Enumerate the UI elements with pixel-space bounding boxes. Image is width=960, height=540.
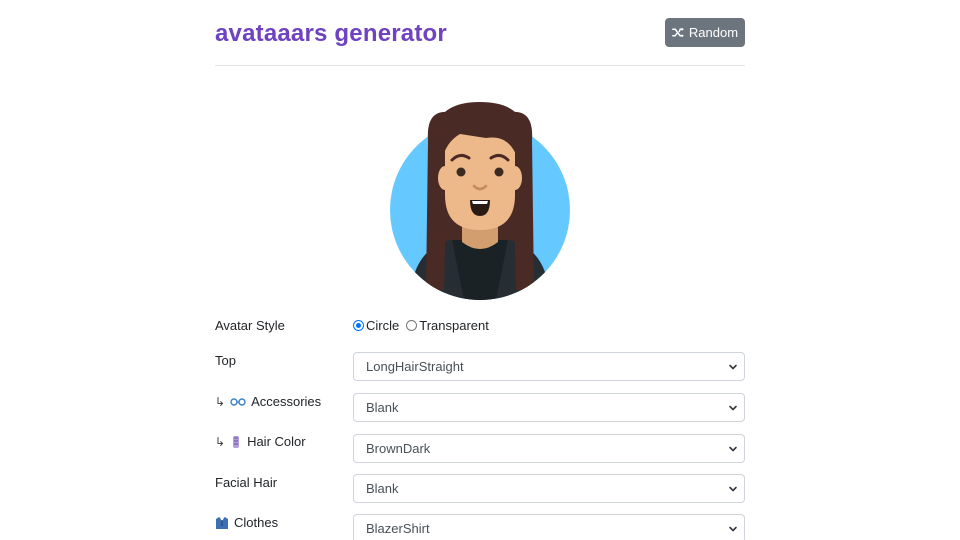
accessories-label: ↳ Accessories bbox=[215, 394, 321, 409]
clothes-label: Clothes bbox=[215, 515, 278, 530]
hair-color-select[interactable]: BrownDark bbox=[353, 434, 745, 463]
hair-color-row: ↳ Hair Color BrownDark bbox=[215, 434, 745, 464]
transparent-radio[interactable] bbox=[406, 320, 418, 331]
avatar-eye-right bbox=[494, 167, 504, 177]
clothes-label-text: Clothes bbox=[234, 515, 279, 530]
avatar-eye-left bbox=[456, 167, 466, 177]
hair-color-label: ↳ Hair Color bbox=[215, 434, 306, 449]
avatar-style-label: Avatar Style bbox=[215, 318, 285, 333]
hair-color-select-value: BrownDark bbox=[366, 441, 431, 456]
shirt-icon bbox=[216, 516, 228, 529]
chevron-down-icon bbox=[729, 486, 737, 492]
random-button-label: Random bbox=[688, 25, 739, 40]
chevron-down-icon bbox=[729, 526, 737, 532]
accessories-row: ↳ Accessories Blank bbox=[215, 393, 745, 424]
facial-hair-select[interactable]: Blank bbox=[353, 474, 745, 503]
clothes-row: Clothes BlazerShirt bbox=[215, 514, 745, 540]
glasses-icon bbox=[230, 397, 246, 406]
transparent-radio-label[interactable]: Transparent bbox=[419, 318, 489, 333]
page-header: avataaars generator Random bbox=[215, 18, 745, 66]
circle-radio[interactable] bbox=[353, 320, 364, 331]
accessories-label-text: Accessories bbox=[251, 394, 322, 409]
avatar-style-label-text: Avatar Style bbox=[215, 318, 285, 333]
accessories-select-value: Blank bbox=[366, 400, 399, 415]
facial-hair-label: Facial Hair bbox=[215, 475, 277, 490]
facial-hair-row: Facial Hair Blank bbox=[215, 474, 745, 505]
top-row: Top LongHairStraight bbox=[215, 352, 745, 383]
accessories-select[interactable]: Blank bbox=[353, 393, 745, 422]
hair-color-label-text: Hair Color bbox=[247, 434, 306, 449]
top-select[interactable]: LongHairStraight bbox=[353, 352, 745, 381]
random-button[interactable]: Random bbox=[665, 18, 745, 47]
facial-hair-label-text: Facial Hair bbox=[215, 475, 278, 490]
avatar-style-options: Circle Transparent bbox=[353, 318, 492, 333]
avatar-style-row: Avatar Style Circle Transparent bbox=[215, 318, 745, 348]
chevron-down-icon bbox=[729, 405, 737, 411]
sub-option-arrow: ↳ bbox=[215, 394, 226, 409]
avatar-preview bbox=[390, 100, 570, 300]
facial-hair-select-value: Blank bbox=[366, 481, 399, 496]
top-label-text: Top bbox=[215, 353, 236, 368]
clothes-select[interactable]: BlazerShirt bbox=[353, 514, 745, 540]
circle-radio-label[interactable]: Circle bbox=[366, 318, 399, 333]
top-label: Top bbox=[215, 353, 236, 368]
chevron-down-icon bbox=[729, 446, 737, 452]
chevron-down-icon bbox=[729, 364, 737, 370]
hair-icon bbox=[233, 435, 240, 448]
sub-option-arrow: ↳ bbox=[215, 434, 226, 449]
page-title: avataaars generator bbox=[215, 20, 447, 47]
clothes-select-value: BlazerShirt bbox=[366, 521, 430, 536]
top-select-value: LongHairStraight bbox=[366, 359, 464, 374]
shuffle-icon bbox=[672, 27, 684, 38]
